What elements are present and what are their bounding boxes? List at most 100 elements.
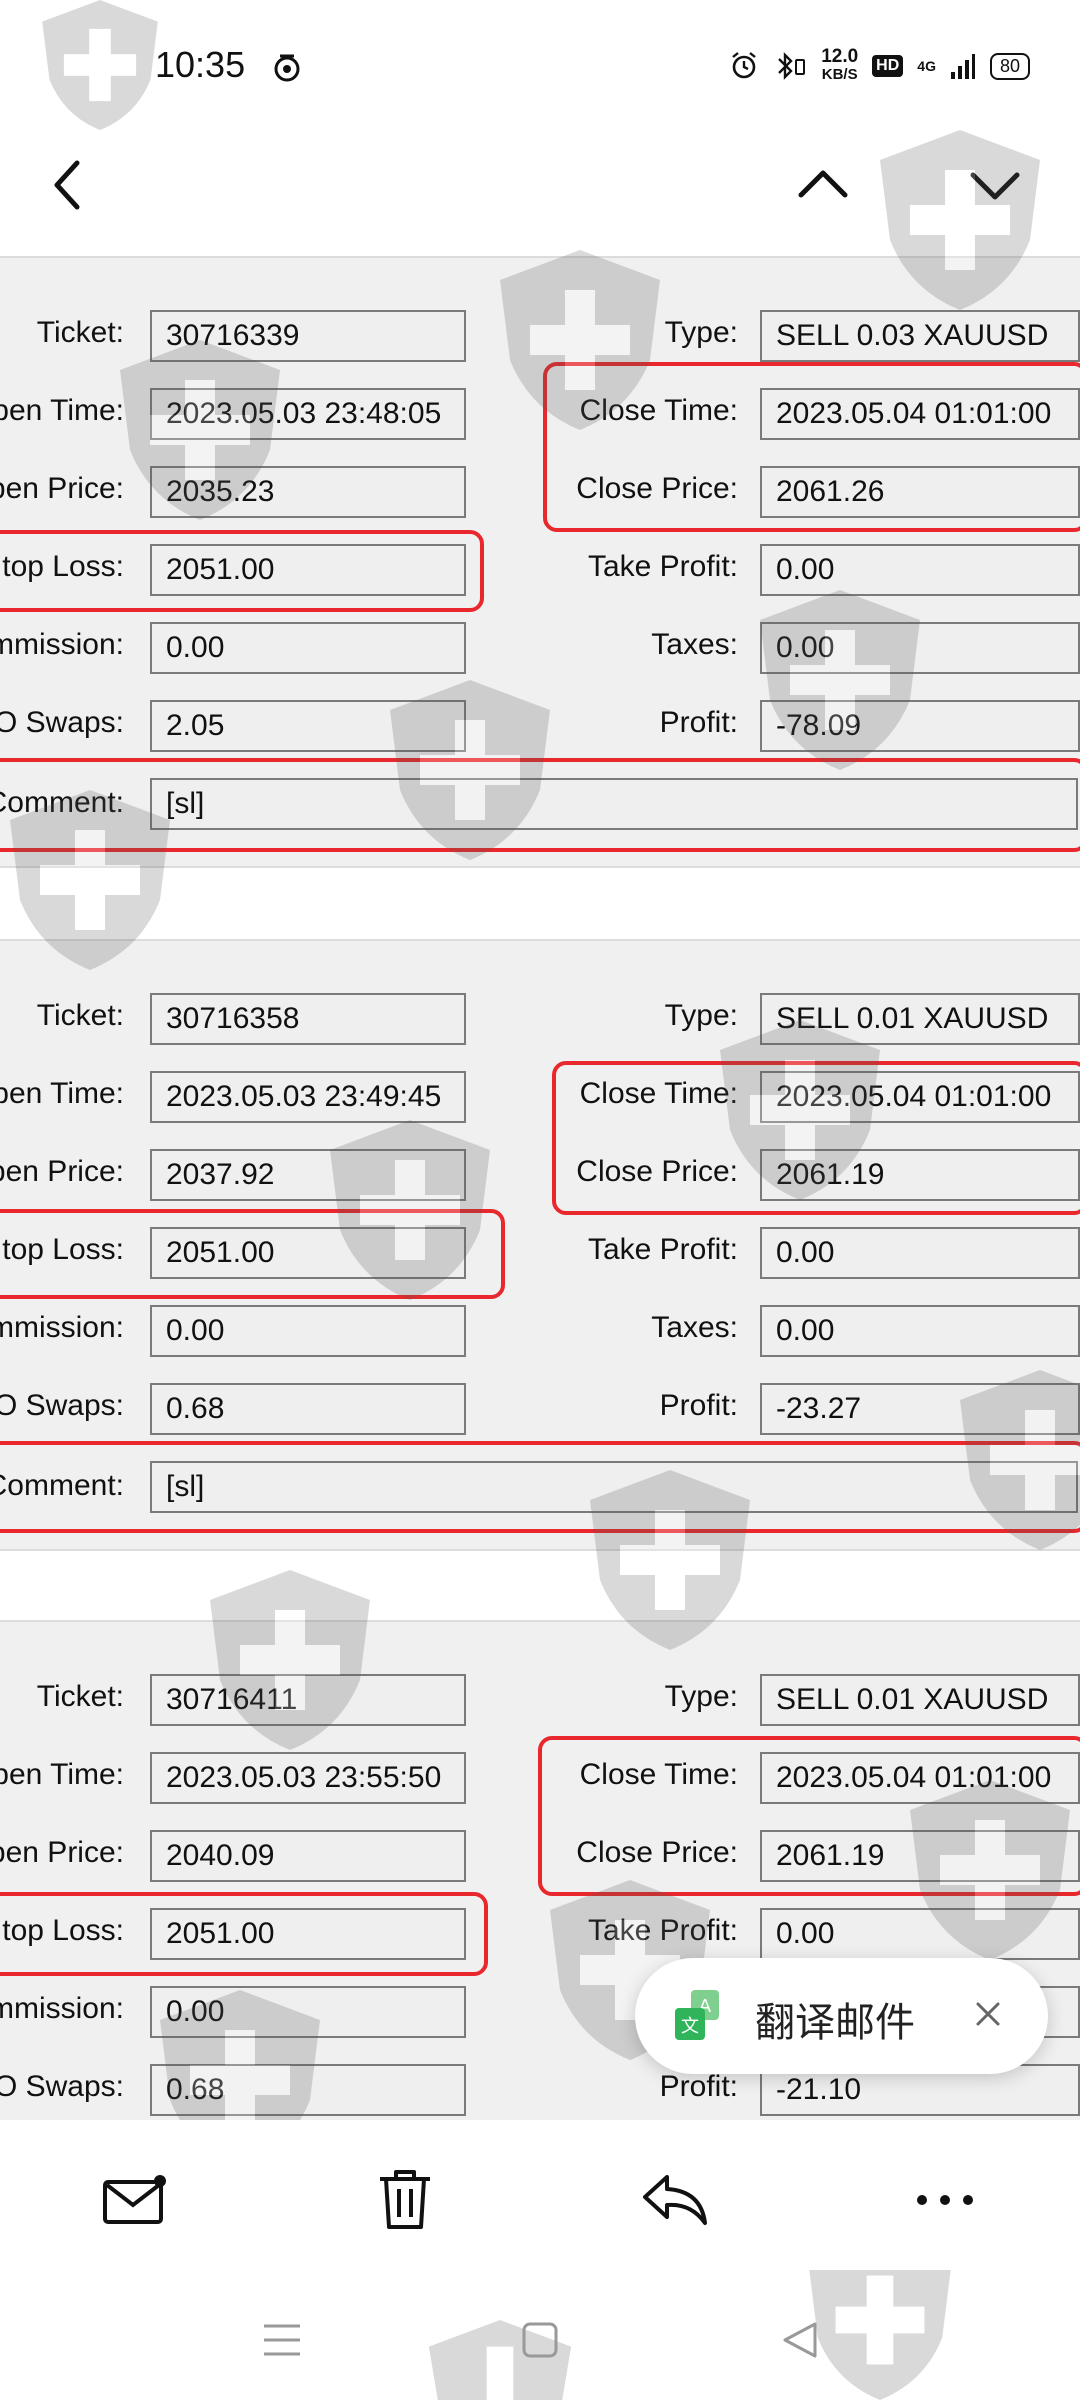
translate-mail-popup[interactable]: A 文 翻译邮件 bbox=[635, 1958, 1048, 2074]
svg-text:文: 文 bbox=[681, 2016, 699, 2037]
swaps-field: 0.68 bbox=[150, 2064, 466, 2116]
take-profit-field: 0.00 bbox=[760, 1908, 1080, 1960]
network-speed: 12.0 KB/S bbox=[821, 46, 859, 83]
close-popup-button[interactable] bbox=[962, 1988, 1014, 2040]
network-type: 4G bbox=[917, 58, 936, 74]
home-square-icon bbox=[522, 2322, 558, 2358]
mark-unread-button[interactable] bbox=[90, 2160, 180, 2240]
back-button[interactable] bbox=[22, 140, 112, 230]
menu-icon bbox=[264, 2324, 300, 2356]
stop-loss-highlight bbox=[0, 1209, 505, 1299]
open-time-field: 2023.05.03 23:48:05 bbox=[150, 388, 466, 440]
type-label: Type: bbox=[664, 316, 738, 349]
close-info-highlight bbox=[538, 1736, 1080, 1896]
stop-loss-highlight bbox=[0, 1892, 488, 1976]
commission-label: mmission: bbox=[0, 1992, 124, 2025]
take-profit-label: Take Profit: bbox=[587, 1914, 738, 1947]
battery-indicator: 80 bbox=[989, 52, 1030, 80]
profit-field: -23.27 bbox=[760, 1383, 1080, 1435]
open-time-label: pen Time: bbox=[0, 1077, 124, 1110]
profit-label: Profit: bbox=[659, 1389, 738, 1422]
ticket-label: Ticket: bbox=[36, 1680, 124, 1713]
chevron-up-icon bbox=[798, 170, 848, 198]
ticket-label: Ticket: bbox=[36, 316, 124, 349]
taxes-field: 0.00 bbox=[760, 1305, 1080, 1357]
open-price-field: 2035.23 bbox=[150, 466, 466, 518]
commission-field: 0.00 bbox=[150, 622, 466, 674]
open-price-field: 2037.92 bbox=[150, 1149, 466, 1201]
ticket-field: 30716358 bbox=[150, 993, 466, 1045]
profit-field: -78.09 bbox=[760, 700, 1080, 752]
hotspot-icon bbox=[274, 54, 300, 82]
taxes-label: Taxes: bbox=[651, 1311, 738, 1344]
next-mail-button[interactable] bbox=[950, 140, 1040, 230]
status-time: 10:35 bbox=[155, 44, 246, 85]
open-time-field: 2023.05.03 23:49:45 bbox=[150, 1071, 466, 1123]
type-field: SELL 0.01 XAUUSD bbox=[760, 993, 1080, 1045]
chevron-left-icon bbox=[54, 160, 80, 210]
system-back-button[interactable] bbox=[770, 2310, 830, 2370]
recent-apps-button[interactable] bbox=[252, 2310, 312, 2370]
commission-label: mmission: bbox=[0, 1311, 124, 1344]
order-detail-panel: Ticket: 30716339 Type: SELL 0.03 XAUUSD … bbox=[0, 256, 1080, 868]
take-profit-field: 0.00 bbox=[760, 544, 1080, 596]
commission-label: mmission: bbox=[0, 628, 124, 661]
swaps-field: 0.68 bbox=[150, 1383, 466, 1435]
translate-mail-label[interactable]: 翻译邮件 bbox=[755, 1990, 915, 2048]
take-profit-label: Take Profit: bbox=[587, 550, 738, 583]
stop-loss-highlight bbox=[0, 530, 484, 612]
open-price-label: pen Price: bbox=[0, 472, 124, 505]
system-navigation-bar bbox=[0, 2270, 1080, 2400]
close-icon bbox=[976, 2002, 1000, 2026]
take-profit-field: 0.00 bbox=[760, 1227, 1080, 1279]
back-triangle-icon bbox=[783, 2322, 817, 2358]
order-form: Ticket: 30716339 Type: SELL 0.03 XAUUSD … bbox=[0, 258, 1080, 866]
open-time-field: 2023.05.03 23:55:50 bbox=[150, 1752, 466, 1804]
type-field: SELL 0.03 XAUUSD bbox=[760, 310, 1080, 362]
translate-icon: A 文 bbox=[675, 1990, 719, 2040]
type-label: Type: bbox=[664, 999, 738, 1032]
hd-badge: HD bbox=[872, 55, 904, 77]
ticket-field: 30716339 bbox=[150, 310, 466, 362]
order-form: Ticket: 30716358 Type: SELL 0.01 XAUUSD … bbox=[0, 941, 1080, 1549]
status-icons: 12.0 KB/S HD 4G 80 bbox=[729, 46, 1030, 86]
top-navigation bbox=[0, 140, 1080, 250]
signal-icon bbox=[950, 54, 975, 79]
more-options-button[interactable] bbox=[900, 2160, 990, 2240]
home-button[interactable] bbox=[510, 2310, 570, 2370]
previous-mail-button[interactable] bbox=[778, 140, 868, 230]
open-price-label: pen Price: bbox=[0, 1836, 124, 1869]
take-profit-label: Take Profit: bbox=[587, 1233, 738, 1266]
commission-field: 0.00 bbox=[150, 1305, 466, 1357]
bluetooth-icon bbox=[778, 52, 806, 80]
commission-field: 0.00 bbox=[150, 1986, 466, 2038]
ticket-field: 30716411 bbox=[150, 1674, 466, 1726]
profit-label: Profit: bbox=[659, 706, 738, 739]
comment-highlight bbox=[0, 1441, 1080, 1533]
taxes-label: Taxes: bbox=[651, 628, 738, 661]
order-detail-panel: Ticket: 30716358 Type: SELL 0.01 XAUUSD … bbox=[0, 939, 1080, 1551]
reply-icon bbox=[643, 2175, 707, 2225]
type-field: SELL 0.01 XAUUSD bbox=[760, 1674, 1080, 1726]
open-time-label: pen Time: bbox=[0, 1758, 124, 1791]
swaps-label: O Swaps: bbox=[0, 706, 124, 739]
more-icon bbox=[917, 2195, 973, 2205]
swaps-field: 2.05 bbox=[150, 700, 466, 752]
delete-button[interactable] bbox=[360, 2160, 450, 2240]
comment-highlight bbox=[0, 758, 1080, 852]
open-price-label: pen Price: bbox=[0, 1155, 124, 1188]
open-time-label: pen Time: bbox=[0, 394, 124, 427]
reply-button[interactable] bbox=[630, 2160, 720, 2240]
mail-action-toolbar bbox=[0, 2120, 1080, 2270]
chevron-down-icon bbox=[970, 172, 1020, 200]
close-info-highlight bbox=[543, 362, 1080, 532]
trash-icon bbox=[380, 2170, 430, 2229]
status-bar: 10:35 12.0 KB/S HD 4G 80 bbox=[0, 0, 1080, 140]
open-price-field: 2040.09 bbox=[150, 1830, 466, 1882]
mail-icon bbox=[103, 2175, 166, 2224]
ticket-label: Ticket: bbox=[36, 999, 124, 1032]
taxes-field: 0.00 bbox=[760, 622, 1080, 674]
swaps-label: O Swaps: bbox=[0, 1389, 124, 1422]
alarm-icon bbox=[732, 52, 756, 79]
close-info-highlight bbox=[552, 1061, 1080, 1215]
